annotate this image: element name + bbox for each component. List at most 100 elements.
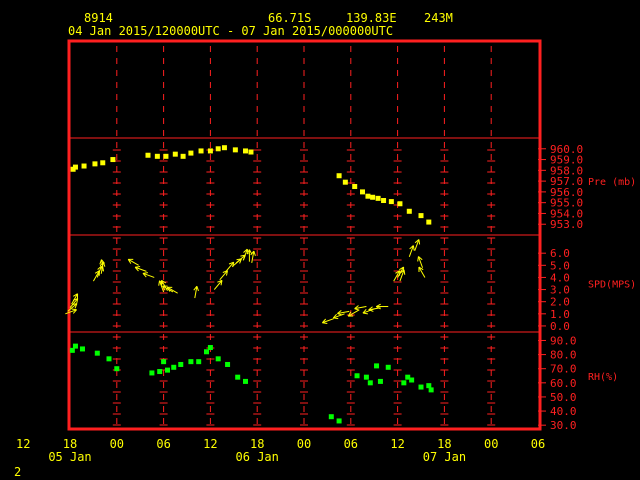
- wind-tick-label: 6.0: [550, 247, 570, 260]
- station-latitude: 66.71S: [268, 11, 311, 25]
- wind-arrow: [193, 285, 199, 299]
- wind-arrow: [242, 248, 249, 261]
- time-tick-label: 06: [344, 437, 358, 451]
- time-tick-label: 06: [156, 437, 170, 451]
- grid-layer: [112, 46, 496, 428]
- humidity-point: [418, 384, 424, 390]
- wind-arrow: [418, 266, 426, 278]
- time-tick-label: 12: [203, 437, 217, 451]
- pressure-tick-label: 953.0: [550, 218, 583, 231]
- humidity-tick-label: 40.0: [550, 405, 577, 418]
- pressure-point: [426, 219, 432, 225]
- humidity-point: [235, 374, 241, 380]
- pressure-point: [381, 198, 387, 204]
- pressure-point: [232, 147, 238, 153]
- humidity-point: [377, 378, 383, 384]
- pressure-point: [248, 149, 254, 155]
- wind-arrow: [127, 258, 139, 266]
- pressure-point: [388, 199, 394, 205]
- humidity-point: [196, 359, 202, 365]
- pressure-point: [360, 189, 365, 195]
- wind-tick-label: 5.0: [550, 259, 570, 272]
- pressure-point: [418, 213, 424, 219]
- pressure-point: [92, 161, 98, 167]
- wind-arrow: [166, 286, 178, 294]
- humidity-point: [165, 367, 170, 373]
- humidity-point: [363, 374, 369, 380]
- pressure-point: [81, 163, 87, 169]
- humidity-point: [243, 378, 248, 384]
- humidity-point: [367, 380, 373, 386]
- time-tick-label: 06: [531, 437, 545, 451]
- date-label: 06 Jan: [236, 450, 279, 464]
- pressure-point: [180, 153, 186, 159]
- page-number: 2: [14, 465, 21, 479]
- time-tick-label: 18: [437, 437, 451, 451]
- humidity-point: [215, 356, 221, 362]
- humidity-point: [171, 364, 177, 370]
- pressure-point: [243, 148, 248, 154]
- humidity-point: [401, 380, 407, 386]
- humidity-point: [161, 359, 167, 365]
- pressure-point: [375, 195, 381, 201]
- pressure-point: [365, 193, 371, 199]
- humidity-point: [328, 414, 334, 420]
- humidity-point: [354, 373, 360, 379]
- station-longitude: 139.83E: [346, 11, 397, 25]
- humidity-point: [178, 361, 184, 367]
- time-tick-label: 00: [110, 437, 124, 451]
- humidity-point: [149, 370, 155, 376]
- time-tick-label: 12: [16, 437, 30, 451]
- date-label: 05 Jan: [48, 450, 91, 464]
- wind-arrow: [213, 279, 223, 290]
- humidity-tick-label: 30.0: [550, 419, 577, 432]
- wind-tick-label: 2.0: [550, 296, 570, 309]
- wind-arrow: [65, 308, 77, 315]
- time-tick-label: 00: [297, 437, 311, 451]
- pressure-point: [215, 146, 221, 152]
- pressure-point: [188, 150, 194, 156]
- station-elevation: 243M: [424, 11, 453, 25]
- wind-tick-label: 4.0: [550, 271, 570, 284]
- pressure-point: [110, 157, 116, 163]
- humidity-point: [428, 387, 434, 393]
- pressure-point: [370, 194, 376, 200]
- humidity-point: [409, 377, 415, 383]
- humidity-point: [336, 418, 342, 424]
- wind-tick-label: 1.0: [550, 308, 570, 321]
- pressure-point: [163, 153, 169, 159]
- pressure-point: [336, 173, 342, 179]
- humidity-tick-label: 90.0: [550, 334, 577, 347]
- wind-tick-label: 3.0: [550, 284, 570, 297]
- humidity-point: [157, 369, 163, 375]
- pressure-point: [207, 148, 213, 154]
- pressure-point: [342, 179, 348, 185]
- wind-arrow: [321, 318, 334, 325]
- wind-arrow: [414, 239, 421, 251]
- wind-arrow: [354, 305, 367, 311]
- wind-arrow: [142, 272, 155, 278]
- humidity-point: [385, 364, 391, 370]
- humidity-tick-label: 80.0: [550, 349, 577, 362]
- wind-panel-label: SPD(MPS): [588, 280, 636, 291]
- meteogram-chart: 0612180006121800061218000605 Jan06 Jan07…: [14, 11, 636, 479]
- time-tick-label: 00: [484, 437, 498, 451]
- time-tick-label: 18: [250, 437, 264, 451]
- pressure-point: [198, 148, 204, 154]
- humidity-tick-label: 50.0: [550, 391, 577, 404]
- pressure-panel-label: Pre (mb): [588, 177, 636, 188]
- wind-arrow: [92, 270, 100, 282]
- humidity-point: [94, 350, 100, 356]
- humidity-point: [106, 356, 112, 362]
- humidity-point: [374, 363, 380, 369]
- wind-arrow: [219, 270, 228, 281]
- wind-arrow: [408, 245, 415, 257]
- pressure-point: [172, 151, 178, 157]
- pressure-point: [72, 164, 78, 170]
- pressure-point: [154, 153, 160, 159]
- humidity-point: [188, 359, 194, 365]
- date-label: 07 Jan: [423, 450, 466, 464]
- time-range: 04 Jan 2015/120000UTC - 07 Jan 2015/0000…: [68, 24, 393, 38]
- pressure-point: [406, 208, 412, 214]
- wind-tick-label: 0.0: [550, 320, 570, 333]
